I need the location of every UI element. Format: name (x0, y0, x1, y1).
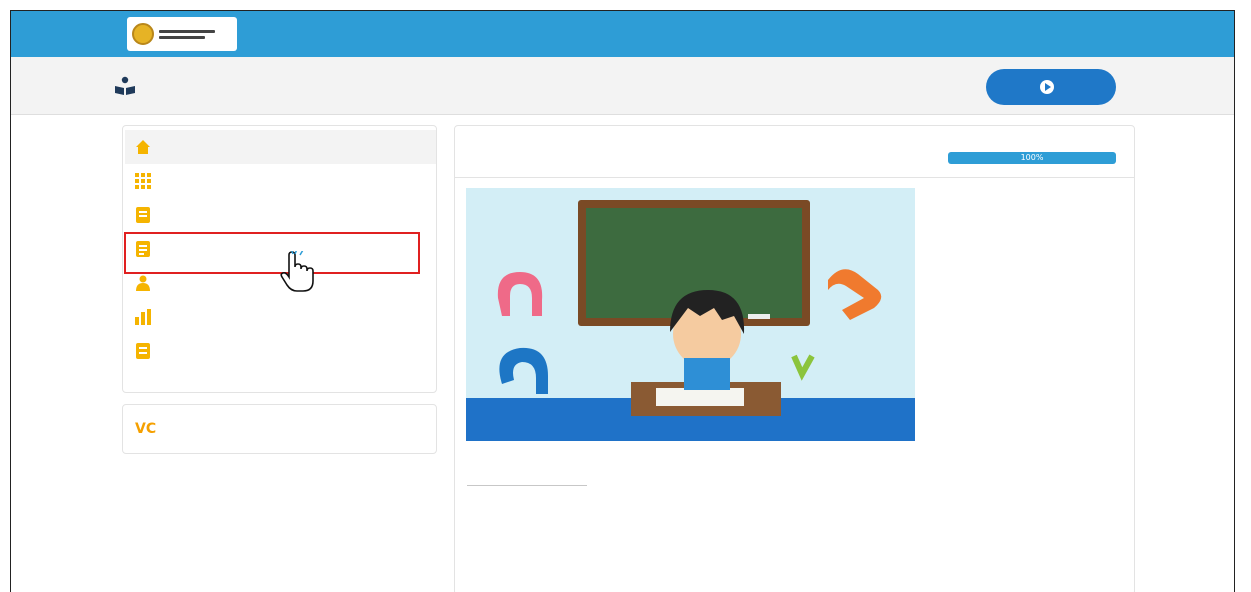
title-bar (11, 57, 1234, 115)
top-bar (11, 11, 1234, 57)
menu-item-history[interactable] (125, 334, 436, 368)
seal-icon (132, 23, 154, 45)
grid-icon (135, 173, 151, 189)
hand-cursor-icon (280, 251, 314, 292)
progress-value: 100% (1020, 153, 1044, 162)
logo-text (159, 29, 215, 39)
menu-item-lessons[interactable] (125, 164, 436, 198)
play-icon (1040, 80, 1054, 94)
enter-class-button[interactable] (986, 69, 1116, 105)
book-reader-icon (115, 76, 135, 95)
online-classroom-link[interactable]: VC (122, 404, 437, 454)
menu-item-exercises[interactable] (125, 198, 436, 232)
chart-icon (135, 309, 151, 325)
course-banner-image (466, 188, 915, 441)
lesson-modal: VC 100% (10, 10, 1235, 592)
online-class-badge: VC (135, 421, 157, 437)
progress-bar: 100% (948, 152, 1116, 164)
teacher-icon (136, 275, 150, 291)
history-icon (136, 343, 150, 359)
menu-item-home[interactable] (125, 130, 436, 164)
menu-item-scores[interactable] (125, 300, 436, 334)
header-divider (455, 177, 1134, 178)
page-frame: VC 100% × (0, 0, 1251, 592)
selection-highlight (124, 232, 420, 274)
worksheet-icon (136, 207, 150, 223)
main-content: 100% (454, 125, 1135, 592)
home-icon (136, 140, 150, 154)
description-underline (467, 485, 587, 486)
logo (127, 17, 237, 51)
close-icon[interactable]: × (1236, 23, 1251, 49)
